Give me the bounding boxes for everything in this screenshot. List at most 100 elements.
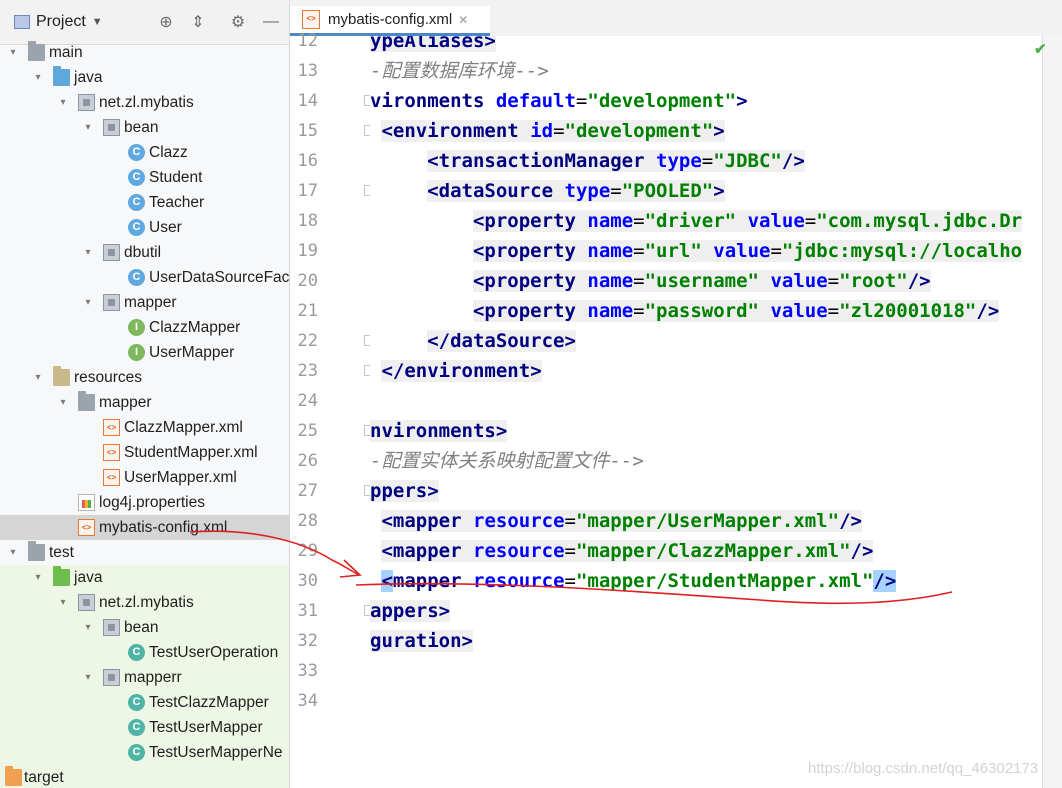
line-number: 24 [297,391,318,411]
tree-item[interactable]: C Teacher [0,190,289,215]
chevron-down-icon[interactable]: ▾ [56,390,70,415]
tree-item-label: UserDataSourceFac [149,269,290,286]
code-line-19: <property name="url" value="jdbc:mysql:/… [472,240,1023,262]
tree-item[interactable]: ▾ net.zl.mybatis [0,90,289,115]
code-line-26: -配置实体关系映射配置文件--> [370,450,644,472]
project-panel-header: Project ▼ ⊕ ⇕ ⚙ — [0,0,289,45]
tree-item[interactable]: <> mybatis-config.xml [0,515,289,540]
chevron-down-icon[interactable]: ▾ [81,615,95,640]
tree-item[interactable]: ▾ test [0,540,289,565]
tree-item[interactable]: log4j.properties [0,490,289,515]
class-icon: C [128,144,145,161]
tree-item[interactable]: ▾ main [0,40,289,65]
chevron-down-icon[interactable]: ▾ [56,590,70,615]
line-number: 26 [297,451,318,471]
code-line-32: guration> [370,630,473,652]
tree-item[interactable]: target [0,765,289,788]
tree-item[interactable]: C Clazz [0,140,289,165]
tree-item[interactable]: ▾ dbutil [0,240,289,265]
hide-panel-icon[interactable]: — [261,12,281,32]
interface-icon: I [128,319,145,336]
line-number: 21 [297,301,318,321]
chevron-down-icon[interactable]: ▾ [6,40,20,65]
locate-icon[interactable]: ⊕ [156,12,176,32]
line-number: 17 [297,181,318,201]
code-line-29: <mapper resource="mapper/ClazzMapper.xml… [381,540,874,562]
tree-item[interactable]: C TestUserMapperNe [0,740,289,765]
tree-item[interactable]: C TestUserOperation [0,640,289,665]
tree-item[interactable]: <> ClazzMapper.xml [0,415,289,440]
right-toolbar-top [1042,0,1062,36]
test-class-icon: C [128,719,145,736]
code-line-22: </dataSource> [427,330,576,352]
tree-item[interactable]: ▾ resources [0,365,289,390]
inspection-ok-icon[interactable]: ✔ [1034,40,1047,58]
project-icon [14,15,30,29]
tree-item[interactable]: I ClazzMapper [0,315,289,340]
line-number: 19 [297,241,318,261]
code-line-27: ppers> [370,480,439,502]
tree-item-label: dbutil [124,244,162,261]
tree-item[interactable]: <> UserMapper.xml [0,465,289,490]
chevron-down-icon[interactable]: ▾ [81,665,95,690]
watermark: https://blog.csdn.net/qq_46302173 [808,760,1039,777]
tree-item[interactable]: C UserDataSourceFac [0,265,289,290]
close-icon[interactable]: ✕ [458,13,468,27]
package-icon [103,244,120,261]
code-line-23: </environment> [381,360,542,382]
line-number: 31 [297,601,318,621]
tree-item-label: ClazzMapper [149,319,241,336]
chevron-down-icon[interactable]: ▾ [81,290,95,315]
folder-icon [78,391,95,411]
code-line-13: -配置数据库环境--> [370,60,549,82]
tree-item[interactable]: C Student [0,165,289,190]
tree-item[interactable]: C TestClazzMapper [0,690,289,715]
line-number: 23 [297,361,318,381]
tree-item[interactable]: I UserMapper [0,340,289,365]
code-line-31: appers> [370,600,451,622]
chevron-down-icon[interactable]: ▾ [56,90,70,115]
chevron-down-icon[interactable]: ▾ [31,65,45,90]
tree-item-label: StudentMapper.xml [124,444,258,461]
interface-icon: I [128,344,145,361]
tree-item[interactable]: ▾ net.zl.mybatis [0,590,289,615]
tab-mybatis-config[interactable]: <> mybatis-config.xml ✕ [290,6,490,36]
tree-item[interactable]: ▾ java [0,565,289,590]
code-line-20: <property name="username" value="root"/> [472,270,931,292]
project-view-selector[interactable]: Project ▼ [14,11,103,33]
package-icon [78,94,95,111]
tree-item[interactable]: ▾ mapperr [0,665,289,690]
tree-item[interactable]: C TestUserMapper [0,715,289,740]
class-icon: C [128,194,145,211]
tree-item-label: log4j.properties [99,494,205,511]
chevron-down-icon[interactable]: ▾ [81,115,95,140]
tree-item[interactable]: ▾ bean [0,615,289,640]
line-number: 28 [297,511,318,531]
tree-item-label: ClazzMapper.xml [124,419,243,436]
chevron-down-icon[interactable]: ▾ [81,240,95,265]
chevron-down-icon[interactable]: ▾ [31,565,45,590]
tree-item-label: target [24,769,64,786]
package-icon [103,294,120,311]
tree-item[interactable]: <> StudentMapper.xml [0,440,289,465]
test-class-icon: C [128,694,145,711]
tree-item-label: test [49,544,74,561]
tree-item-label: bean [124,119,159,136]
line-number: 29 [297,541,318,561]
collapse-all-icon[interactable]: ⇕ [188,12,208,32]
tree-item[interactable]: ▾ java [0,65,289,90]
chevron-down-icon[interactable]: ▾ [31,365,45,390]
tree-item-label: mybatis-config.xml [99,519,228,536]
tree-item[interactable]: ▾ bean [0,115,289,140]
xml-file-icon: <> [103,444,120,461]
tree-item[interactable]: C User [0,215,289,240]
tree-item-label: bean [124,619,159,636]
code-line-12: ypeAliases> [370,36,496,56]
chevron-down-icon[interactable]: ▾ [6,540,20,565]
gear-icon[interactable]: ⚙ [228,12,248,32]
tree-item[interactable]: ▾ mapper [0,390,289,415]
tab-label: mybatis-config.xml [328,11,453,28]
tree-item[interactable]: ▾ mapper [0,290,289,315]
code-editor[interactable]: ypeAliases> -配置数据库环境--> vironments defau… [370,36,1042,788]
package-icon [103,619,120,636]
